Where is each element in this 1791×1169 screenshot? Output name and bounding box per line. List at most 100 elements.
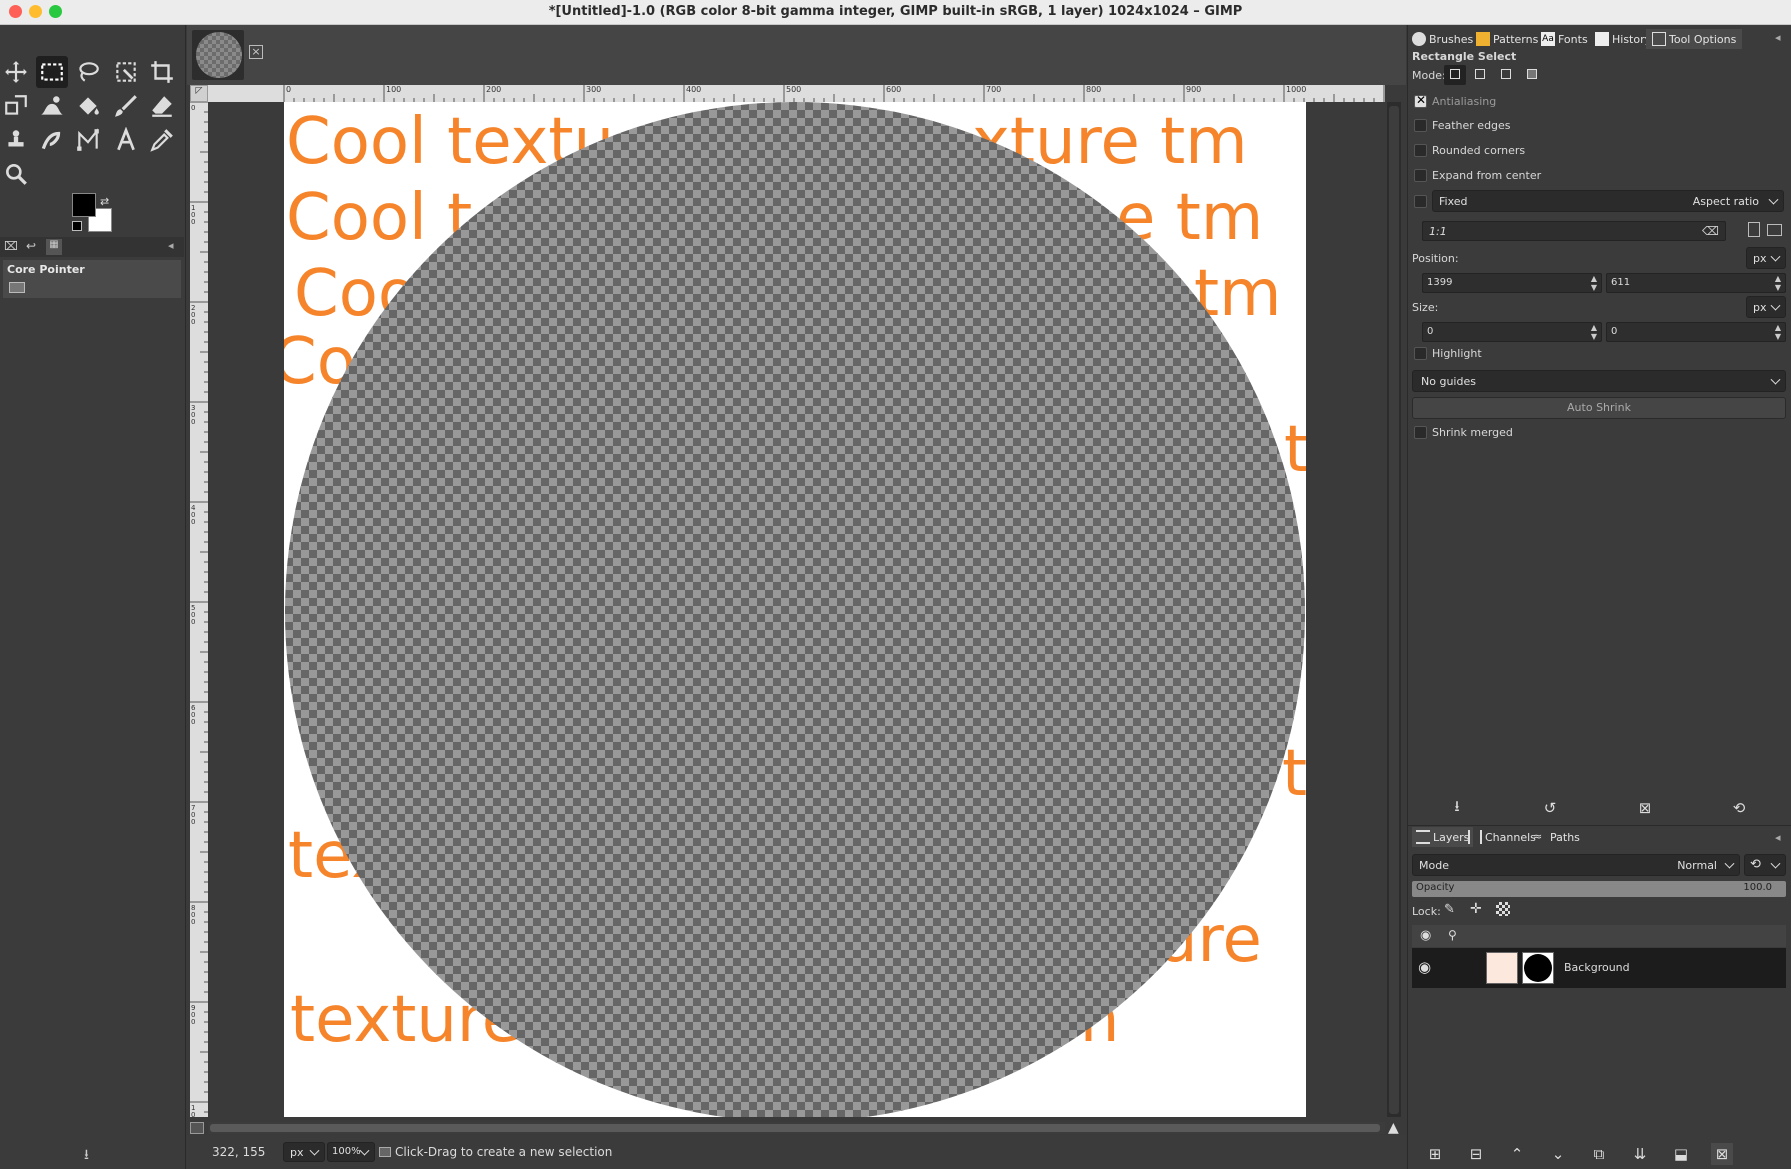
size-height-input[interactable]: 0 ▲ ▼ <box>1606 322 1786 342</box>
undo-history-icon[interactable]: ↩ <box>26 239 36 253</box>
bucket-fill-tool-icon[interactable] <box>72 90 104 122</box>
rect-select-tool-icon[interactable] <box>36 56 68 88</box>
crop-tool-icon[interactable] <box>146 56 178 88</box>
position-unit-selector[interactable]: px <box>1746 247 1786 269</box>
text-tool-icon[interactable] <box>110 124 142 156</box>
close-image-tab-icon[interactable]: × <box>249 45 263 59</box>
lock-alpha-icon[interactable] <box>1496 902 1510 916</box>
color-picker-tool-icon[interactable] <box>146 124 178 156</box>
opacity-slider[interactable]: Opacity 100.0 <box>1412 881 1786 897</box>
lock-position-icon[interactable]: ✛ <box>1470 901 1482 917</box>
paintbrush-tool-icon[interactable] <box>110 90 142 122</box>
ruler-corner-icon[interactable]: ◸ <box>190 85 208 102</box>
guides-selector[interactable]: No guides <box>1412 370 1786 392</box>
lasso-tool-icon[interactable] <box>72 56 104 88</box>
layer-mode-selector[interactable]: Mode Normal <box>1412 854 1740 876</box>
navigate-icon[interactable]: ▲ <box>1388 1120 1399 1136</box>
mode-add-button[interactable] <box>1470 65 1492 85</box>
landscape-icon[interactable] <box>1767 224 1782 236</box>
tab-fonts[interactable]: Aa Fonts <box>1541 29 1588 49</box>
highlight-checkbox[interactable] <box>1414 347 1427 360</box>
auto-shrink-button[interactable]: Auto Shrink <box>1412 397 1786 419</box>
canvas-area[interactable]: Cool textu xture tm Cool t e tm Coo tm C… <box>208 102 1385 1117</box>
image-canvas[interactable]: Cool textu xture tm Cool t e tm Coo tm C… <box>284 102 1306 1117</box>
delete-layer-icon[interactable]: ⊠ <box>1711 1143 1733 1165</box>
warp-tool-icon[interactable] <box>36 90 68 122</box>
portrait-icon[interactable] <box>1748 222 1760 237</box>
tab-tool-options[interactable]: Tool Options <box>1646 29 1743 49</box>
save-device-status-icon[interactable]: ⭳ <box>84 1144 89 1168</box>
tab-brushes[interactable]: Brushes <box>1412 29 1473 49</box>
layer-visibility-icon[interactable]: ◉ <box>1418 958 1431 976</box>
eraser-tool-icon[interactable] <box>146 90 178 122</box>
swap-colors-icon[interactable]: ⇄ <box>100 195 112 208</box>
expand-from-center-checkbox[interactable] <box>1414 169 1427 182</box>
transform-tool-icon[interactable] <box>0 90 32 122</box>
mode-label: Mode: <box>1412 69 1446 82</box>
save-tool-options-icon[interactable]: ⭳ <box>1446 797 1468 819</box>
tab-channels[interactable]: Channels <box>1468 827 1536 847</box>
tab-history[interactable]: History <box>1595 29 1651 49</box>
layer-mode-reset-selector[interactable]: ⟲ <box>1744 854 1786 876</box>
paths-tool-icon[interactable] <box>72 124 104 156</box>
fixed-mode-selector[interactable]: Fixed Aspect ratio <box>1432 190 1784 212</box>
tab-paths[interactable]: ≈ Paths <box>1533 827 1580 847</box>
horizontal-scrollbar[interactable] <box>208 1122 1385 1134</box>
antialiasing-label: Antialiasing <box>1432 95 1497 108</box>
tab-layers[interactable]: Layers <box>1412 827 1474 847</box>
mode-intersect-button[interactable] <box>1522 65 1544 85</box>
duplicate-layer-icon[interactable]: ⧉ <box>1588 1143 1610 1165</box>
shrink-merged-checkbox[interactable] <box>1414 426 1427 439</box>
mode-replace-button[interactable] <box>1444 65 1466 85</box>
position-x-input[interactable]: 1399 ▲ ▼ <box>1422 273 1602 293</box>
zoom-selector[interactable]: 100% <box>327 1142 375 1162</box>
panel-menu-icon[interactable]: ◂ <box>168 239 174 252</box>
smudge-tool-icon[interactable] <box>36 124 68 156</box>
new-layer-icon[interactable]: ⊞ <box>1424 1143 1446 1165</box>
size-width-input[interactable]: 0 ▲ ▼ <box>1422 322 1602 342</box>
device-status-panel: Core Pointer <box>3 260 181 298</box>
rounded-corners-checkbox[interactable] <box>1414 144 1427 157</box>
layers-menu-icon[interactable]: ◂ <box>1775 831 1781 844</box>
default-colors-icon[interactable] <box>72 221 82 231</box>
ruler-label: 900 <box>1186 85 1202 94</box>
ratio-field[interactable]: 1:1 ⌫ <box>1422 221 1726 241</box>
horizontal-ruler[interactable]: 0 100 200 300 400 500 600 700 800 900 1000 <box>208 85 1385 102</box>
layer-row[interactable]: ◉ Background <box>1412 948 1786 988</box>
clear-field-icon[interactable]: ⌫ <box>1702 224 1719 238</box>
antialiasing-checkbox[interactable]: ✕ <box>1414 93 1427 108</box>
vertical-scrollbar[interactable] <box>1387 102 1401 1117</box>
tool-presets-icon[interactable]: ⌧ <box>4 239 18 253</box>
fixed-checkbox[interactable] <box>1414 195 1427 208</box>
tab-patterns[interactable]: Patterns <box>1476 29 1538 49</box>
lower-layer-icon[interactable]: ⌄ <box>1547 1143 1569 1165</box>
lock-pixels-icon[interactable]: ✎ <box>1444 902 1455 917</box>
merge-layer-icon[interactable]: ⇊ <box>1629 1143 1651 1165</box>
vertical-ruler[interactable]: 0 1 0 0 2 0 0 3 0 0 4 0 0 5 0 0 6 0 0 7 0 0 8 0 … <box>190 102 208 1117</box>
layer-mask-thumbnail <box>1522 952 1554 984</box>
ruler-label: 400 <box>686 85 702 94</box>
device-status-tab-icon[interactable]: ▦ <box>46 239 62 255</box>
raise-layer-icon[interactable]: ⌃ <box>1506 1143 1528 1165</box>
unit-selector[interactable]: px <box>283 1142 325 1162</box>
delete-tool-options-icon[interactable]: ⊠ <box>1634 797 1656 819</box>
new-layer-group-icon[interactable]: ⊟ <box>1465 1143 1487 1165</box>
quick-mask-toggle-icon[interactable] <box>190 1122 204 1134</box>
restore-tool-options-icon[interactable]: ↺ <box>1539 797 1561 819</box>
dock-menu-icon[interactable]: ◂ <box>1775 31 1781 44</box>
lock-label: Lock: <box>1412 905 1441 918</box>
image-thumbnail-tab[interactable] <box>192 30 244 80</box>
clone-tool-icon[interactable] <box>0 124 32 156</box>
mode-subtract-button[interactable] <box>1496 65 1518 85</box>
feather-edges-checkbox[interactable] <box>1414 119 1427 132</box>
foreground-color-swatch[interactable] <box>72 193 96 217</box>
zoom-tool-icon[interactable] <box>0 158 32 190</box>
move-tool-icon[interactable] <box>0 56 32 88</box>
fuzzy-select-tool-icon[interactable] <box>110 56 142 88</box>
history-icon <box>1595 32 1609 46</box>
size-unit-selector[interactable]: px <box>1746 296 1786 318</box>
add-mask-icon[interactable]: ⬓ <box>1670 1143 1692 1165</box>
ruler-label: 8 0 0 <box>191 904 196 926</box>
position-y-input[interactable]: 611 ▲ ▼ <box>1606 273 1786 293</box>
reset-tool-options-icon[interactable]: ⟲ <box>1728 797 1750 819</box>
